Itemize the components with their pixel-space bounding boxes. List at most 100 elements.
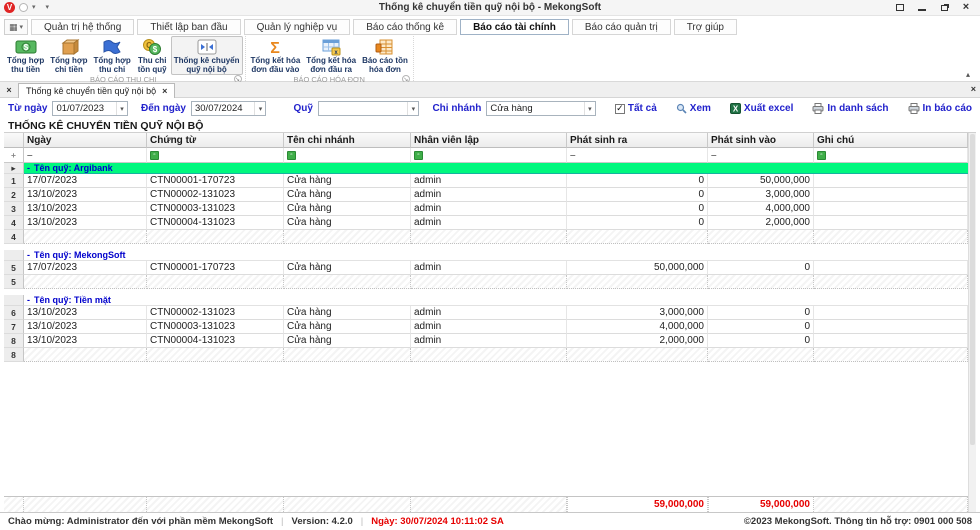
chevron-up-icon[interactable]: ▴ [966,70,970,79]
filter-operator-icon[interactable]: – [27,150,33,161]
cell-amount-out: 2,000,000 [567,334,708,348]
menu-tab-item[interactable]: Quản trị hệ thống [31,19,134,35]
close-icon[interactable]: × [960,2,972,14]
all-label: Tất cả [628,103,657,114]
close-tab-right-icon[interactable]: × [971,84,976,94]
divider: | [281,516,283,527]
table-row[interactable]: 413/10/2023CTN00004-131023Cửa hàngadmin0… [4,216,968,230]
column-header[interactable]: Nhân viên lập [411,133,567,148]
print-report-button[interactable]: In báo cáo [908,103,972,114]
print-list-button[interactable]: In danh sách [812,103,888,114]
menu-tabs: Quản trị hệ thốngThiết lập ban đầuQuản l… [31,19,737,35]
close-tab-left-icon[interactable]: × [0,82,18,97]
group-row[interactable]: ▸-Tên quỹ: Argibank [4,163,968,174]
quick-access-circle-icon[interactable] [19,3,28,12]
group-row[interactable]: -Tên quỹ: MekongSoft [4,250,968,261]
scrollbar-thumb[interactable] [970,134,975,445]
table-row[interactable]: 213/10/2023CTN00002-131023Cửa hàngadmin0… [4,188,968,202]
ribbon-button[interactable]: ΣTổng kết hóa đơn đầu vào [248,36,304,75]
filter-cell[interactable]: – [567,148,708,163]
column-header[interactable]: Ghi chú [814,133,968,148]
branch-select[interactable]: Cửa hàng ▾ [486,101,596,116]
report-area: THỐNG KÊ CHUYỂN TIỀN QUỸ NỘI BỘ NgàyChứn… [0,118,980,512]
filter-icon[interactable]: ▫ [287,151,296,160]
ribbon-group: $Tổng hợp thu tiềnTổng hợp chi tiềnTổng … [2,36,246,81]
menu-tab-active[interactable]: Báo cáo tài chính [460,19,569,35]
all-checkbox[interactable]: ✓ Tất cả [615,103,657,114]
chevron-down-icon[interactable]: ▾ [584,102,595,115]
column-header[interactable]: Phát sinh ra [567,133,708,148]
table-row[interactable]: 813/10/2023CTN00004-131023Cửa hàngadmin2… [4,334,968,348]
menu-tab-item[interactable]: Quản lý nghiệp vụ [244,19,351,35]
filter-cell[interactable]: ▫ [284,148,411,163]
cell-document: CTN00002-131023 [147,188,284,202]
cell-date: 17/07/2023 [24,174,147,188]
filter-cell[interactable]: ▫ [147,148,284,163]
view-button[interactable]: Xem [676,103,711,114]
collapse-icon[interactable]: - [27,295,30,305]
document-tab[interactable]: Thống kê chuyển tiền quỹ nội bộ × [18,83,175,98]
ribbon-button[interactable]: Tổng hợp thu chi [90,36,133,75]
table-row[interactable]: 713/10/2023CTN00003-131023Cửa hàngadmin4… [4,320,968,334]
ribbon-button[interactable]: Báo cáo tồn hóa đơn [359,36,411,75]
chevron-down-icon[interactable]: ▾ [254,102,265,115]
group-footer-row: 8 [4,348,968,362]
filter-operator-icon[interactable]: – [570,150,576,161]
menu-tab-item[interactable]: Trợ giúp [674,19,737,35]
export-excel-button[interactable]: X Xuất excel [730,103,793,114]
customize-toolbar-icon[interactable]: ▾ [46,4,50,11]
ribbon-button[interactable]: C$Thu chi tồn quỹ [134,36,171,75]
fit-screen-icon[interactable] [894,2,906,14]
footer-cell [147,275,284,289]
chevron-down-icon[interactable]: ▾ [32,4,36,11]
minimize-icon[interactable] [916,2,928,14]
table-row[interactable]: 613/10/2023CTN00002-131023Cửa hàngadmin3… [4,306,968,320]
restore-icon[interactable] [938,2,950,14]
cell-amount-out: 50,000,000 [567,261,708,275]
ribbon-buttons: $Tổng hợp thu tiềnTổng hợp chi tiềnTổng … [4,36,243,75]
ribbon-button[interactable]: Thống kê chuyển quỹ nội bộ [171,36,243,75]
filter-cell[interactable]: – [708,148,814,163]
menu-tab-item[interactable]: Thiết lập ban đầu [137,19,240,35]
from-date-input[interactable]: 01/07/2023 ▾ [52,101,128,116]
column-header[interactable]: Chứng từ [147,133,284,148]
filter-cell[interactable]: ▫ [411,148,567,163]
menu-tab-item[interactable]: Báo cáo quản trị [572,19,671,35]
group-row[interactable]: -Tên quỹ: Tiền mặt [4,295,968,306]
chevron-down-icon[interactable]: ▾ [407,102,418,115]
collapse-icon[interactable]: - [27,250,30,260]
menu-tab-item[interactable]: Báo cáo thống kê [353,19,457,35]
to-date-input[interactable]: 30/07/2024 ▾ [191,101,267,116]
branch-label: Chi nhánh [432,103,481,114]
vertical-scrollbar[interactable] [968,133,976,512]
divider: | [361,516,363,527]
window-title: Thống kê chuyển tiền quỹ nội bộ - Mekong… [0,2,980,13]
table-row[interactable]: 313/10/2023CTN00003-131023Cửa hàngadmin0… [4,202,968,216]
filter-icon[interactable]: ▫ [150,151,159,160]
ribbon-button[interactable]: Tổng hợp chi tiền [47,36,90,75]
table-row[interactable]: 517/07/2023CTN00001-170723Cửa hàngadmin5… [4,261,968,275]
table-row[interactable]: 117/07/2023CTN00001-170723Cửa hàngadmin0… [4,174,968,188]
app-menu-button[interactable]: ▦ ▾ [4,19,28,35]
chevron-down-icon[interactable]: ▾ [116,102,127,115]
ribbon-button[interactable]: xTổng kết hóa đơn đầu ra [303,36,359,75]
filter-operator-icon[interactable]: – [711,150,717,161]
filter-cell[interactable]: – [24,148,147,163]
menu-bar: ▦ ▾ Quản trị hệ thốngThiết lập ban đầuQu… [0,16,980,36]
box-icon [57,38,81,56]
filter-cell[interactable]: ▫ [814,148,968,163]
filter-icon[interactable]: ▫ [817,151,826,160]
row-indicator [4,295,24,306]
collapse-icon[interactable]: - [27,163,30,173]
cell-branch: Cửa hàng [284,261,411,275]
column-header[interactable]: Ngày [24,133,147,148]
column-header[interactable]: Tên chi nhánh [284,133,411,148]
ribbon-button[interactable]: $Tổng hợp thu tiền [4,36,47,75]
close-icon[interactable]: × [162,86,167,96]
to-date-label: Đến ngày [141,103,186,114]
cell-amount-in: 2,000,000 [708,216,814,230]
row-indicator: 8 [4,348,24,362]
fund-select[interactable]: ▾ [318,101,420,116]
filter-icon[interactable]: ▫ [414,151,423,160]
column-header[interactable]: Phát sinh vào [708,133,814,148]
